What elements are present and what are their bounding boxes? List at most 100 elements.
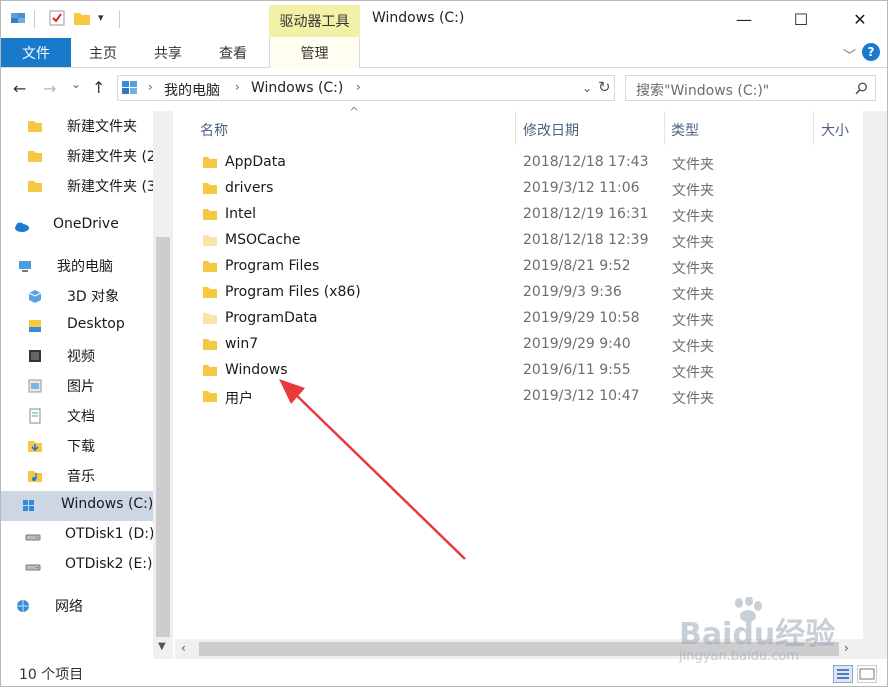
file-date-modified: 2019/3/12 10:47 xyxy=(523,388,640,404)
onedrive-icon xyxy=(15,222,29,232)
large-icons-view-button[interactable] xyxy=(857,665,877,683)
file-name[interactable]: Program Files xyxy=(225,258,319,274)
file-name[interactable]: MSOCache xyxy=(225,232,301,248)
column-header-name[interactable]: 名称 xyxy=(200,115,228,145)
qa-customize-chevron-icon[interactable]: ▾ xyxy=(98,11,104,24)
file-date-modified: 2019/8/21 9:52 xyxy=(523,258,631,274)
up-button[interactable]: ↑ xyxy=(92,78,105,97)
sidebar-item[interactable]: OneDrive xyxy=(1,211,153,241)
close-button[interactable]: ✕ xyxy=(837,1,883,37)
sidebar-item[interactable]: OTDisk1 (D:) xyxy=(1,521,153,551)
computer-icon xyxy=(19,261,31,272)
file-name[interactable]: AppData xyxy=(225,154,286,170)
sort-ascending-icon: ^ xyxy=(349,105,360,119)
tab-home[interactable]: 主页 xyxy=(71,38,135,67)
tab-file[interactable]: 文件 xyxy=(1,38,71,67)
sidebar-item[interactable]: 网络 xyxy=(1,591,153,621)
column-header-date-modified[interactable]: 修改日期 xyxy=(523,115,579,145)
sidebar-item[interactable]: 视频 xyxy=(1,341,153,371)
file-row[interactable]: Program Files 2019/8/21 9:52 文件夹 xyxy=(199,254,739,280)
file-row[interactable]: AppData 2018/12/18 17:43 文件夹 xyxy=(199,150,739,176)
file-date-modified: 2018/12/19 16:31 xyxy=(523,206,649,222)
folder-icon xyxy=(203,339,217,350)
sidebar-item-label: Desktop xyxy=(67,316,125,332)
file-type: 文件夹 xyxy=(672,157,714,173)
folder-icon xyxy=(203,313,217,324)
tab-view[interactable]: 查看 xyxy=(201,38,265,67)
drive-tools-context-label: 驱动器工具 xyxy=(269,5,360,37)
sidebar-item[interactable]: 新建文件夹 (2) xyxy=(1,141,153,171)
windows-drive-icon xyxy=(23,500,34,511)
file-row[interactable]: Intel 2018/12/19 16:31 文件夹 xyxy=(199,202,739,228)
sidebar-item[interactable]: 下载 xyxy=(1,431,153,461)
file-row[interactable]: Program Files (x86) 2019/9/3 9:36 文件夹 xyxy=(199,280,739,306)
baidu-watermark: Baidu经验 jingyan.baidu.com xyxy=(677,597,847,669)
folder-icon xyxy=(203,183,217,194)
address-bar[interactable]: › 我的电脑 › Windows (C:) › ⌄ ↻ xyxy=(117,75,615,101)
file-name[interactable]: win7 xyxy=(225,336,258,352)
tab-manage[interactable]: 管理 xyxy=(269,37,360,68)
downloads-icon xyxy=(28,441,42,452)
nav-scroll-down-icon[interactable]: ▼ xyxy=(158,641,166,652)
sidebar-item[interactable]: 图片 xyxy=(1,371,153,401)
file-type: 文件夹 xyxy=(672,183,714,199)
file-row[interactable]: ProgramData 2019/9/29 10:58 文件夹 xyxy=(199,306,739,332)
breadcrumb-separator-icon: › xyxy=(356,80,361,94)
recent-locations-chevron-icon[interactable]: ⌄ xyxy=(71,77,81,91)
navigation-pane: 新建文件夹 新建文件夹 (2) 新建文件夹 (3) OneDrive 我的电脑 3D 对象… xyxy=(1,111,173,659)
scroll-left-icon[interactable]: ‹ xyxy=(181,641,186,655)
column-divider[interactable] xyxy=(664,111,665,145)
file-row[interactable]: win7 2019/9/29 9:40 文件夹 xyxy=(199,332,739,358)
quick-access-properties-icon[interactable] xyxy=(9,9,27,27)
maximize-button[interactable]: ☐ xyxy=(778,1,824,37)
help-button[interactable]: ? xyxy=(862,43,880,61)
new-folder-qa-icon[interactable] xyxy=(73,9,91,27)
sidebar-item[interactable]: 新建文件夹 xyxy=(1,111,153,141)
sidebar-item[interactable]: Windows (C:) xyxy=(1,491,153,521)
sidebar-item-label: OTDisk1 (D:) xyxy=(65,526,153,542)
search-icon[interactable] xyxy=(855,82,868,95)
file-type: 文件夹 xyxy=(672,209,714,225)
sidebar-item[interactable]: OTDisk2 (E:) xyxy=(1,551,153,581)
sidebar-item[interactable]: 我的电脑 xyxy=(1,251,153,281)
column-header-type[interactable]: 类型 xyxy=(671,115,699,145)
sidebar-item[interactable]: 3D 对象 xyxy=(1,281,153,311)
file-row[interactable]: drivers 2019/3/12 11:06 文件夹 xyxy=(199,176,739,202)
sidebar-item[interactable]: 音乐 xyxy=(1,461,153,491)
forward-button[interactable]: → xyxy=(43,79,56,98)
file-name[interactable]: ProgramData xyxy=(225,310,318,326)
column-header-size[interactable]: 大小 xyxy=(821,115,849,145)
column-divider[interactable] xyxy=(813,111,814,145)
ribbon-expand-chevron-icon[interactable]: ﹀ xyxy=(843,45,856,64)
back-button[interactable]: ← xyxy=(13,79,26,98)
search-box[interactable]: 搜索"Windows (C:)" xyxy=(625,75,876,101)
file-name[interactable]: 用户 xyxy=(225,388,253,408)
computer-icon xyxy=(122,81,137,94)
minimize-button[interactable]: — xyxy=(721,1,767,37)
tab-share[interactable]: 共享 xyxy=(135,38,201,67)
folder-icon xyxy=(203,391,217,402)
column-divider[interactable] xyxy=(515,111,516,145)
refresh-button[interactable]: ↻ xyxy=(598,78,611,96)
nav-pane-scroll-thumb[interactable] xyxy=(156,237,170,637)
address-dropdown-chevron-icon[interactable]: ⌄ xyxy=(582,81,592,95)
sidebar-item[interactable]: Desktop xyxy=(1,311,153,341)
file-row[interactable]: MSOCache 2018/12/18 12:39 文件夹 xyxy=(199,228,739,254)
sidebar-item-label: 网络 xyxy=(55,599,83,615)
sidebar-item-label: Windows (C:) xyxy=(61,496,153,512)
file-list-scrollbar[interactable] xyxy=(863,111,887,659)
ribbon-tabs: 文件 主页 共享 查看 管理 xyxy=(1,37,887,68)
breadcrumb-windows-c[interactable]: Windows (C:) xyxy=(251,80,343,96)
network-icon xyxy=(17,600,29,612)
sidebar-item[interactable]: 文档 xyxy=(1,401,153,431)
file-name[interactable]: drivers xyxy=(225,180,273,196)
file-name[interactable]: Program Files (x86) xyxy=(225,284,361,300)
folder-icon xyxy=(28,181,42,192)
file-type: 文件夹 xyxy=(672,313,714,329)
file-name[interactable]: Intel xyxy=(225,206,256,222)
checkbox-properties-icon[interactable] xyxy=(48,9,66,27)
music-icon xyxy=(28,471,42,482)
breadcrumb-my-computer[interactable]: 我的电脑 xyxy=(164,80,220,100)
file-date-modified: 2019/6/11 9:55 xyxy=(523,362,631,378)
sidebar-item[interactable]: 新建文件夹 (3) xyxy=(1,171,153,201)
